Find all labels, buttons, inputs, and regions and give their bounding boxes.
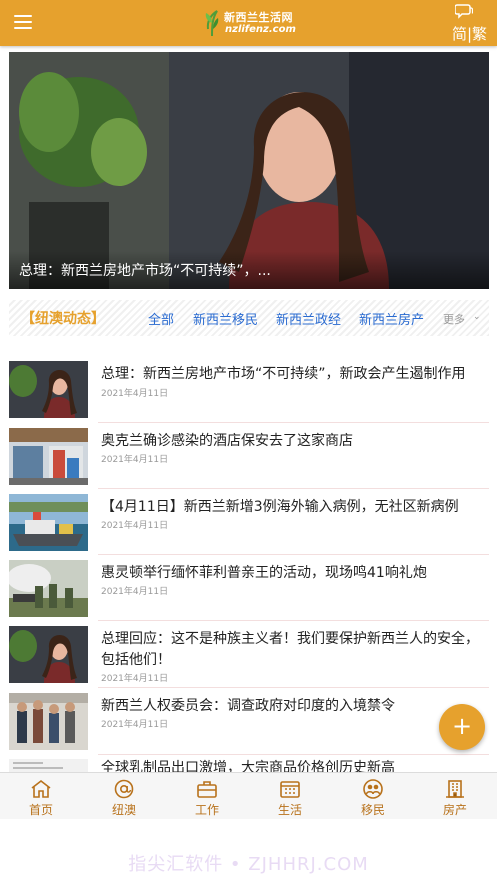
chevron-down-icon[interactable]: ⌄ (473, 312, 481, 322)
divider (98, 620, 489, 621)
nav-property[interactable]: 房产 (415, 773, 495, 820)
nav-label: 生活 (277, 803, 302, 817)
nav-immigration[interactable]: 移民 (333, 773, 413, 820)
nav-home[interactable]: 首页 (1, 773, 81, 820)
category-title: 【纽澳动态】 (21, 311, 105, 327)
divider (98, 554, 489, 555)
tab-all[interactable]: 全部 (148, 309, 174, 328)
tab-politics-economy[interactable]: 新西兰政经 (276, 309, 341, 328)
at-icon (114, 779, 134, 799)
banner-caption-overlay: 总理：新西兰房地产市场“不可持续”，... (9, 251, 489, 289)
news-title: 惠灵顿举行缅怀菲利普亲王的活动，现场鸣41响礼炮 (101, 565, 427, 581)
chat-icon[interactable] (455, 3, 473, 19)
leaf-logo-icon (205, 10, 219, 37)
nav-label: 移民 (360, 803, 385, 817)
news-date: 2021年4月11日 (101, 674, 169, 684)
news-item[interactable]: 总理回应：这不是种族主义者！我们要保护新西兰人的安全，包括他们！ 2021年4月… (0, 626, 497, 692)
divider (98, 687, 489, 688)
headline-banner[interactable]: 总理：新西兰房地产市场“不可持续”，... (9, 52, 489, 289)
news-thumbnail (9, 560, 88, 617)
menu-icon[interactable] (14, 15, 32, 29)
site-logo[interactable]: 新西兰生活网 nzlifenz.com (200, 6, 300, 40)
news-thumbnail (9, 758, 88, 772)
nav-nz-au[interactable]: 纽澳 (84, 773, 164, 820)
divider (98, 422, 489, 423)
briefcase-icon (197, 781, 217, 798)
building-icon (446, 780, 464, 798)
news-title: 总理：新西兰房地产市场“不可持续”，新政会产生遏制作用 (101, 366, 466, 382)
calendar-icon (280, 781, 300, 798)
divider (98, 754, 489, 755)
nav-life[interactable]: 生活 (250, 773, 330, 820)
logo-chinese-text: 新西兰生活网 (224, 11, 293, 24)
news-thumbnail (9, 626, 88, 683)
news-item[interactable]: 惠灵顿举行缅怀菲利普亲王的活动，现场鸣41响礼炮 2021年4月11日 (0, 560, 497, 626)
bottom-nav: 首页 纽澳 工作 生活 移民 房产 (0, 772, 497, 819)
news-item[interactable]: 新西兰人权委员会：调查政府对印度的入境禁令 2021年4月11日 (0, 693, 497, 759)
news-date: 2021年4月11日 (101, 455, 169, 465)
more-link[interactable]: 更多 (443, 311, 465, 327)
banner-caption: 总理：新西兰房地产市场“不可持续”，... (19, 263, 271, 279)
nav-label: 房产 (442, 803, 467, 817)
nav-label: 首页 (28, 803, 53, 817)
watermark: 指尖汇软件 • ZJHHRJ.COM (128, 854, 369, 875)
tab-immigration[interactable]: 新西兰移民 (193, 309, 258, 328)
people-icon (363, 779, 383, 799)
add-button[interactable]: + (439, 704, 485, 750)
news-item[interactable]: 全球乳制品出口激增，大宗商品价格创历史新高 (0, 758, 497, 772)
nav-label: 纽澳 (111, 803, 136, 817)
nav-jobs[interactable]: 工作 (167, 773, 247, 820)
news-item[interactable]: 【4月11日】新西兰新增3例海外输入病例，无社区新病例 2021年4月11日 (0, 494, 497, 560)
news-thumbnail (9, 693, 88, 750)
news-date: 2021年4月11日 (101, 521, 169, 531)
news-thumbnail (9, 494, 88, 551)
news-title: 新西兰人权委员会：调查政府对印度的入境禁令 (101, 698, 395, 714)
tab-property[interactable]: 新西兰房产 (359, 309, 424, 328)
logo-english-text: nzlifenz.com (225, 24, 296, 35)
news-date: 2021年4月11日 (101, 587, 169, 597)
news-date: 2021年4月11日 (101, 389, 169, 399)
news-item[interactable]: 奥克兰确诊感染的酒店保安去了这家商店 2021年4月11日 (0, 428, 497, 494)
app-page: 新西兰生活网 nzlifenz.com 简|繁 总理：新西兰房地产市场“不可持续… (0, 0, 497, 883)
news-title: 【4月11日】新西兰新增3例海外输入病例，无社区新病例 (101, 499, 459, 515)
news-item[interactable]: 总理：新西兰房地产市场“不可持续”，新政会产生遏制作用 2021年4月11日 (0, 361, 497, 427)
divider (98, 488, 489, 489)
top-header: 新西兰生活网 nzlifenz.com 简|繁 (0, 0, 497, 46)
news-date: 2021年4月11日 (101, 720, 169, 730)
home-icon (31, 779, 51, 798)
nav-label: 工作 (194, 803, 219, 817)
news-thumbnail (9, 361, 88, 418)
news-title: 全球乳制品出口激增，大宗商品价格创历史新高 (101, 760, 395, 772)
news-title: 总理回应：这不是种族主义者！我们要保护新西兰人的安全，包括他们！ (101, 631, 479, 668)
news-title: 奥克兰确诊感染的酒店保安去了这家商店 (101, 433, 353, 449)
category-bar: 【纽澳动态】 全部 新西兰移民 新西兰政经 新西兰房产 更多 ⌄ (9, 300, 489, 336)
language-switch[interactable]: 简|繁 (452, 23, 487, 44)
news-thumbnail (9, 428, 88, 485)
